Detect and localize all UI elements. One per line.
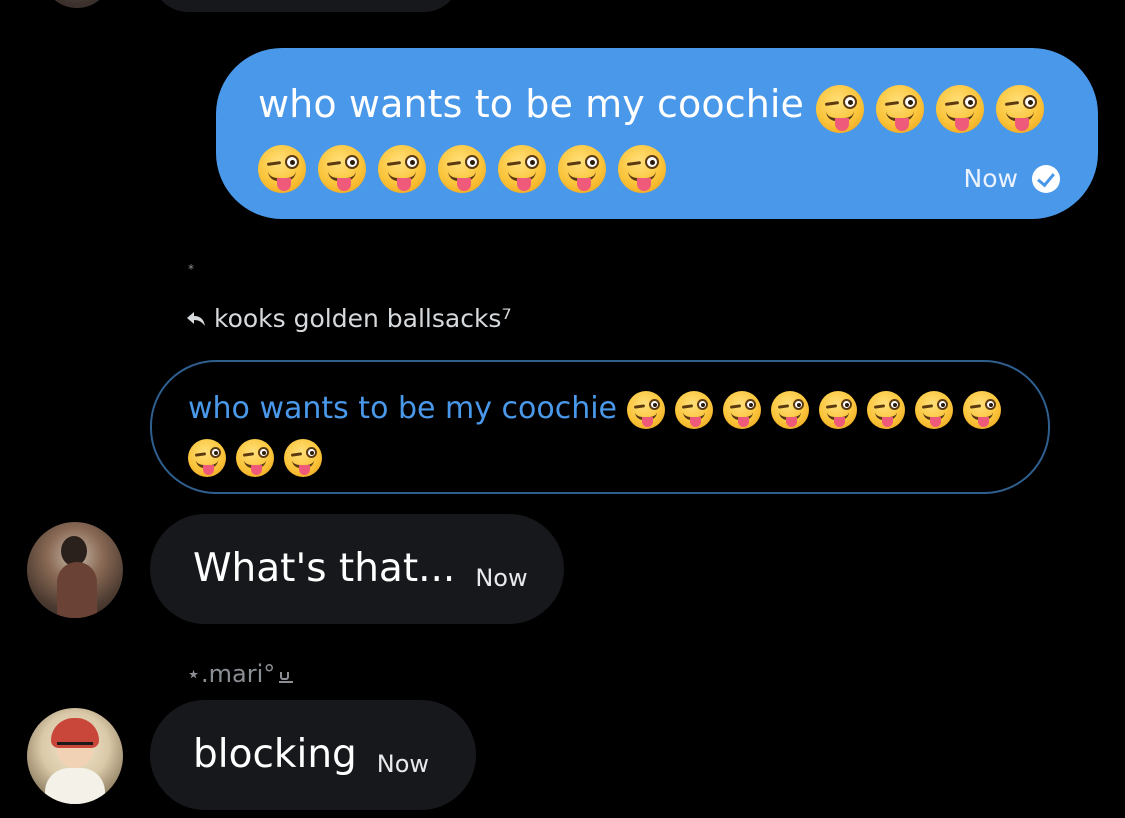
- sent-message-time: Now: [963, 164, 1018, 193]
- chat-thread: who wants to be my coochie Now * kooks g…: [0, 0, 1125, 818]
- winking-face-with-tongue-icon: [816, 85, 865, 133]
- sent-message-content: who wants to be my coochie: [258, 76, 1058, 195]
- sent-message-bubble[interactable]: who wants to be my coochie Now: [216, 48, 1098, 219]
- winking-face-with-tongue-icon: [876, 85, 925, 133]
- received-message-time: Now: [376, 750, 430, 778]
- winking-face-with-tongue-icon: [866, 391, 905, 429]
- winking-face-with-tongue-icon: [770, 391, 809, 429]
- previous-message-bubble[interactable]: [152, 0, 460, 12]
- sender-name[interactable]: ⋆.mari°: [186, 660, 294, 688]
- user-avatar[interactable]: [27, 708, 123, 804]
- sent-message-text: who wants to be my coochie: [258, 82, 805, 126]
- reply-indicator[interactable]: kooks golden ballsacks⁷: [186, 304, 511, 333]
- received-message-time: Now: [475, 564, 528, 592]
- avatar-body: [57, 562, 97, 618]
- received-message-text: blocking: [193, 732, 357, 777]
- received-message-bubble[interactable]: blocking Now: [150, 700, 476, 810]
- sender-name-text: ⋆.mari°: [186, 660, 276, 688]
- sent-message-meta: Now: [964, 164, 1060, 193]
- winking-face-with-tongue-icon: [284, 439, 322, 477]
- winking-face-with-tongue-icon: [818, 391, 857, 429]
- quoted-message-bubble[interactable]: who wants to be my coochie: [150, 360, 1050, 494]
- winking-face-with-tongue-icon: [188, 439, 226, 477]
- avatar-body: [45, 768, 105, 804]
- quoted-message-text: who wants to be my coochie: [188, 391, 618, 426]
- winking-face-with-tongue-icon: [962, 391, 1001, 429]
- winking-face-with-tongue-icon: [318, 145, 366, 193]
- winking-face-with-tongue-icon: [438, 145, 486, 193]
- winking-face-with-tongue-icon: [558, 145, 606, 193]
- coffee-cup-icon: [279, 670, 294, 683]
- sent-emoji-group-line2: [258, 139, 1058, 195]
- check-circle-icon: [1032, 164, 1060, 193]
- winking-face-with-tongue-icon: [258, 145, 306, 193]
- avatar-glasses: [57, 742, 93, 754]
- sent-emoji-group: [816, 79, 1056, 135]
- previous-message-avatar[interactable]: [42, 0, 112, 8]
- winking-face-with-tongue-icon: [914, 391, 953, 429]
- winking-face-with-tongue-icon: [996, 85, 1045, 133]
- winking-face-with-tongue-icon: [498, 145, 546, 193]
- reply-arrow-icon: [186, 310, 206, 328]
- winking-face-with-tongue-icon: [936, 85, 985, 133]
- quoted-message-content: who wants to be my coochie: [188, 386, 1028, 481]
- quoted-emoji-group-line2: [188, 435, 1028, 481]
- winking-face-with-tongue-icon: [618, 145, 666, 193]
- winking-face-with-tongue-icon: [722, 391, 761, 429]
- user-avatar[interactable]: [27, 522, 123, 618]
- quoted-emoji-group: [626, 387, 1011, 433]
- tiny-marker: *: [188, 262, 194, 276]
- winking-face-with-tongue-icon: [626, 391, 665, 429]
- received-message-bubble[interactable]: What's that... Now: [150, 514, 564, 624]
- winking-face-with-tongue-icon: [378, 145, 426, 193]
- winking-face-with-tongue-icon: [236, 439, 274, 477]
- reply-to-name: kooks golden ballsacks⁷: [214, 304, 512, 333]
- received-message-text: What's that...: [193, 546, 456, 591]
- winking-face-with-tongue-icon: [674, 391, 713, 429]
